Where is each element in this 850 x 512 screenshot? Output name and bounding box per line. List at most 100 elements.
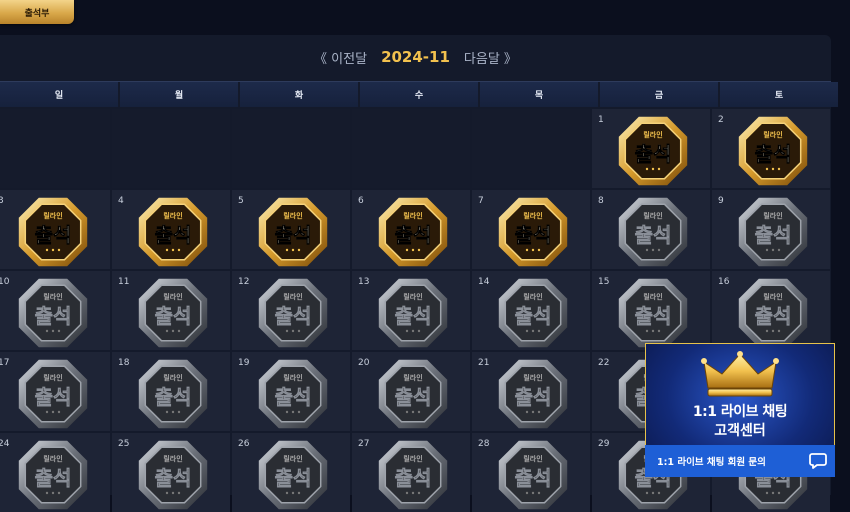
badge-top-text: 릴라인 xyxy=(763,211,782,220)
live-chat-button-label: 1:1 라이브 채팅 회원 문의 xyxy=(657,457,766,468)
day-number: 20 xyxy=(358,358,370,368)
day-number: 14 xyxy=(478,277,490,287)
weekday-tue: 화 xyxy=(240,82,358,107)
calendar-day-cell[interactable]: 18 릴라인 출석 xyxy=(112,352,230,431)
badge-main-text: 출석 xyxy=(515,304,552,328)
calendar-day-cell[interactable]: 19 릴라인 출석 xyxy=(232,352,350,431)
prev-month-link[interactable]: 《 이전달 xyxy=(314,48,367,67)
badge-main-text: 출석 xyxy=(635,223,672,247)
day-number: 6 xyxy=(358,196,364,206)
calendar-day-cell[interactable]: 4 릴라인 출석 xyxy=(112,190,230,269)
badge-main-text: 출석 xyxy=(755,142,792,166)
badge-main-text: 출석 xyxy=(275,466,312,490)
calendar-day-cell[interactable]: 28 릴라인 출석 xyxy=(472,433,590,512)
crown-icon xyxy=(701,351,779,397)
badge-main-text: 출석 xyxy=(155,304,192,328)
badge-top-text: 릴라인 xyxy=(43,211,62,220)
attendance-badge-checked-icon: 릴라인 출석 xyxy=(614,112,692,188)
attendance-badge-unchecked-icon: 릴라인 출석 xyxy=(494,436,572,512)
badge-top-text: 릴라인 xyxy=(523,373,542,382)
day-number: 3 xyxy=(0,196,4,206)
badge-main-text: 출석 xyxy=(755,304,792,328)
chat-bubble-icon xyxy=(809,453,827,469)
badge-top-text: 릴라인 xyxy=(163,454,182,463)
day-number: 11 xyxy=(118,277,130,287)
calendar-day-cell[interactable]: 26 릴라인 출석 xyxy=(232,433,350,512)
attendance-badge-checked-icon: 릴라인 출석 xyxy=(494,193,572,269)
calendar-day-cell[interactable]: 5 릴라인 출석 xyxy=(232,190,350,269)
calendar-day-cell[interactable]: 27 릴라인 출석 xyxy=(352,433,470,512)
badge-main-text: 출석 xyxy=(515,223,552,247)
attendance-badge-unchecked-icon: 릴라인 출석 xyxy=(134,274,212,350)
calendar-empty-cell xyxy=(112,109,230,188)
badge-main-text: 출석 xyxy=(35,304,72,328)
badge-main-text: 출석 xyxy=(35,385,72,409)
calendar-day-cell[interactable]: 20 릴라인 출석 xyxy=(352,352,470,431)
badge-main-text: 출석 xyxy=(155,223,192,247)
badge-main-text: 출석 xyxy=(35,223,72,247)
badge-top-text: 릴라인 xyxy=(283,292,302,301)
calendar-day-cell[interactable]: 7 릴라인 출석 xyxy=(472,190,590,269)
badge-top-text: 릴라인 xyxy=(643,130,662,139)
badge-main-text: 출석 xyxy=(395,304,432,328)
attendance-badge-unchecked-icon: 릴라인 출석 xyxy=(254,436,332,512)
calendar-empty-cell xyxy=(352,109,470,188)
calendar-day-cell[interactable]: 8 릴라인 출석 xyxy=(592,190,710,269)
weekday-fri: 금 xyxy=(600,82,718,107)
badge-main-text: 출석 xyxy=(35,466,72,490)
day-number: 12 xyxy=(238,277,250,287)
attendance-badge-checked-icon: 릴라인 출석 xyxy=(254,193,332,269)
attendance-badge-unchecked-icon: 릴라인 출석 xyxy=(254,355,332,431)
next-month-link[interactable]: 다음달 》 xyxy=(464,48,517,67)
badge-top-text: 릴라인 xyxy=(643,211,662,220)
day-number: 15 xyxy=(598,277,610,287)
day-number: 13 xyxy=(358,277,370,287)
badge-main-text: 출석 xyxy=(155,385,192,409)
day-number: 5 xyxy=(238,196,244,206)
calendar-day-cell[interactable]: 9 릴라인 출석 xyxy=(712,190,830,269)
calendar-day-cell[interactable]: 11 릴라인 출석 xyxy=(112,271,230,350)
calendar-day-cell[interactable]: 24 릴라인 출석 xyxy=(0,433,110,512)
day-number: 28 xyxy=(478,439,490,449)
attendance-badge-unchecked-icon: 릴라인 출석 xyxy=(374,355,452,431)
day-number: 1 xyxy=(598,115,604,125)
calendar-day-cell[interactable]: 3 릴라인 출석 xyxy=(0,190,110,269)
badge-top-text: 릴라인 xyxy=(163,373,182,382)
day-number: 19 xyxy=(238,358,250,368)
live-chat-button[interactable]: 1:1 라이브 채팅 회원 문의 xyxy=(645,445,835,477)
attendance-badge-checked-icon: 릴라인 출석 xyxy=(14,193,92,269)
day-number: 29 xyxy=(598,439,610,449)
calendar-day-cell[interactable]: 17 릴라인 출석 xyxy=(0,352,110,431)
day-number: 25 xyxy=(118,439,130,449)
badge-main-text: 출석 xyxy=(635,304,672,328)
calendar-day-cell[interactable]: 16 릴라인 출석 xyxy=(712,271,830,350)
attendance-badge-checked-icon: 릴라인 출석 xyxy=(134,193,212,269)
day-number: 17 xyxy=(0,358,10,368)
weekday-sun: 일 xyxy=(0,82,118,107)
attendance-badge-unchecked-icon: 릴라인 출석 xyxy=(14,436,92,512)
chat-popup-subtitle: 고객센터 xyxy=(714,423,766,439)
calendar-day-cell[interactable]: 21 릴라인 출석 xyxy=(472,352,590,431)
weekday-sat: 토 xyxy=(720,82,838,107)
calendar-day-cell[interactable]: 15 릴라인 출석 xyxy=(592,271,710,350)
calendar-empty-cell xyxy=(0,109,110,188)
day-number: 21 xyxy=(478,358,490,368)
calendar-day-cell[interactable]: 14 릴라인 출석 xyxy=(472,271,590,350)
calendar-day-cell[interactable]: 25 릴라인 출석 xyxy=(112,433,230,512)
badge-top-text: 릴라인 xyxy=(403,211,422,220)
calendar-day-cell[interactable]: 2 릴라인 출석 xyxy=(712,109,830,188)
calendar-day-cell[interactable]: 6 릴라인 출석 xyxy=(352,190,470,269)
calendar-day-cell[interactable]: 12 릴라인 출석 xyxy=(232,271,350,350)
attendance-badge-unchecked-icon: 릴라인 출석 xyxy=(734,193,812,269)
calendar-day-cell[interactable]: 1 릴라인 출석 xyxy=(592,109,710,188)
attendance-badge-unchecked-icon: 릴라인 출석 xyxy=(494,274,572,350)
attendance-tab[interactable]: 출석부 xyxy=(0,0,74,24)
calendar-day-cell[interactable]: 13 릴라인 출석 xyxy=(352,271,470,350)
day-number: 16 xyxy=(718,277,730,287)
day-number: 22 xyxy=(598,358,610,368)
attendance-badge-unchecked-icon: 릴라인 출석 xyxy=(374,436,452,512)
badge-top-text: 릴라인 xyxy=(403,454,422,463)
badge-main-text: 출석 xyxy=(515,466,552,490)
day-number: 4 xyxy=(118,196,124,206)
calendar-day-cell[interactable]: 10 릴라인 출석 xyxy=(0,271,110,350)
